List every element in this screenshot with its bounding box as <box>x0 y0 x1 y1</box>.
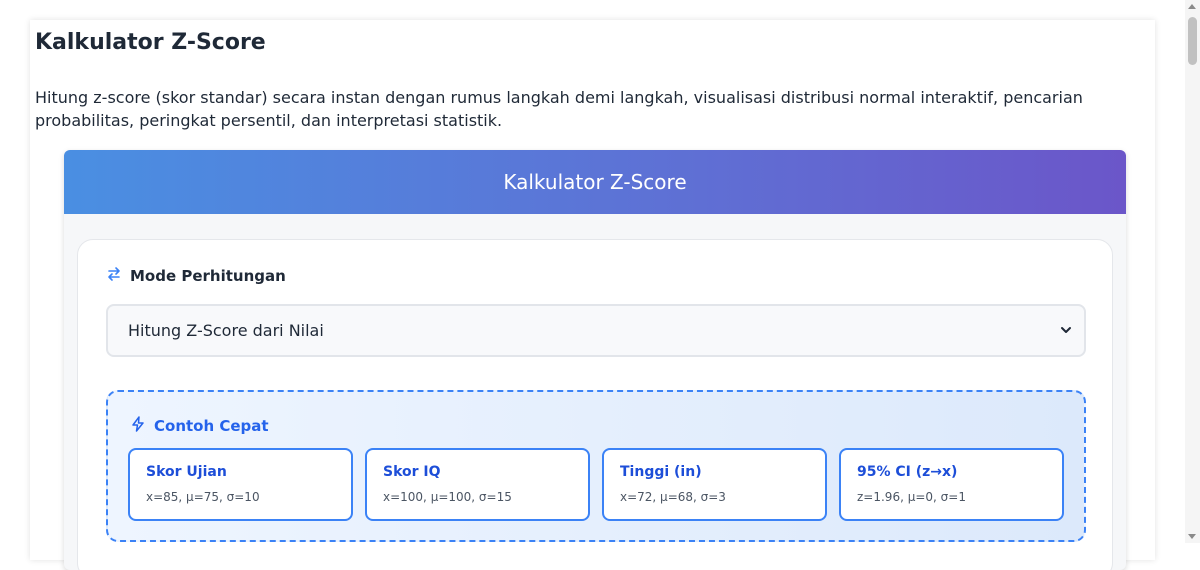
example-button-exam[interactable]: Skor Ujian x=85, μ=75, σ=10 <box>128 448 353 521</box>
quick-examples: Contoh Cepat Skor Ujian x=85, μ=75, σ=10… <box>106 390 1086 542</box>
example-values: x=100, μ=100, σ=15 <box>383 490 512 504</box>
page-description: Hitung z-score (skor standar) secara ins… <box>35 88 1083 130</box>
quick-examples-title: Contoh Cepat <box>130 416 269 436</box>
example-name: Skor IQ <box>383 464 441 480</box>
example-button-height[interactable]: Tinggi (in) x=72, μ=68, σ=3 <box>602 448 827 521</box>
example-name: 95% CI (z→x) <box>857 464 958 480</box>
lightning-icon <box>130 416 146 436</box>
example-values: x=85, μ=75, σ=10 <box>146 490 260 504</box>
vertical-scrollbar[interactable] <box>1185 0 1200 543</box>
page-title: Kalkulator Z-Score <box>35 30 266 55</box>
example-name: Skor Ujian <box>146 464 227 480</box>
example-button-iq[interactable]: Skor IQ x=100, μ=100, σ=15 <box>365 448 590 521</box>
page-container: Kalkulator Z-Score Hitung z-score (skor … <box>30 20 1155 570</box>
swap-arrows-icon <box>106 266 122 286</box>
mode-label: Mode Perhitungan <box>106 266 286 286</box>
quick-examples-title-text: Contoh Cepat <box>154 417 269 435</box>
scroll-up-arrow-icon[interactable] <box>1188 4 1196 9</box>
scroll-down-arrow-icon[interactable] <box>1188 534 1196 539</box>
mode-select-value: Hitung Z-Score dari Nilai <box>128 321 324 340</box>
chevron-down-icon <box>1060 321 1072 340</box>
mode-label-text: Mode Perhitungan <box>130 267 286 285</box>
calculator-header: Kalkulator Z-Score <box>64 150 1126 214</box>
example-name: Tinggi (in) <box>620 464 702 480</box>
example-values: z=1.96, μ=0, σ=1 <box>857 490 966 504</box>
mode-card: Mode Perhitungan Hitung Z-Score dari Nil… <box>77 239 1113 570</box>
calculator-title: Kalkulator Z-Score <box>503 170 687 194</box>
scrollbar-thumb[interactable] <box>1188 17 1197 65</box>
mode-select[interactable]: Hitung Z-Score dari Nilai <box>106 304 1086 357</box>
example-button-ci[interactable]: 95% CI (z→x) z=1.96, μ=0, σ=1 <box>839 448 1064 521</box>
example-values: x=72, μ=68, σ=3 <box>620 490 726 504</box>
calculator-panel: Kalkulator Z-Score Mode Perhitungan Hitu… <box>64 150 1126 570</box>
